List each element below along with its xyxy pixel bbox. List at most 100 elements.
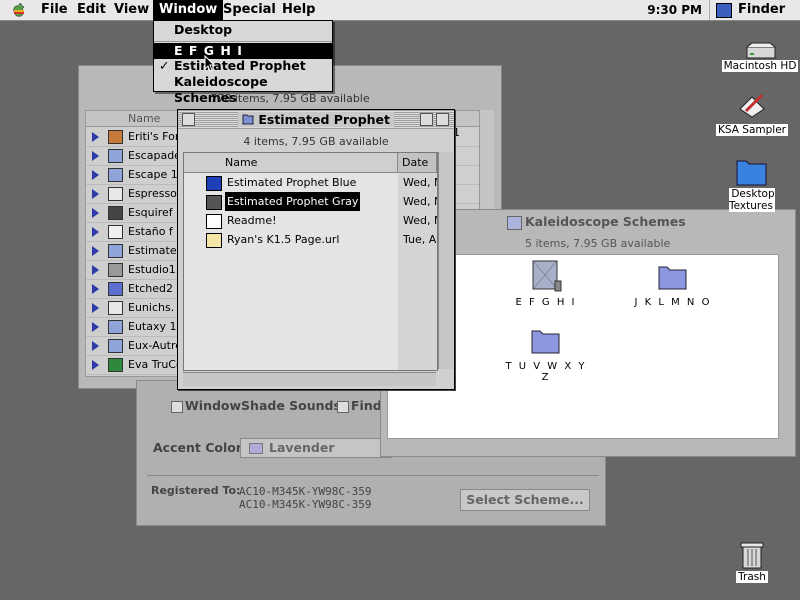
list-item[interactable]: Ryan's K1.5 Page.url Tue, A xyxy=(184,230,437,249)
hard-disk-icon xyxy=(746,42,776,59)
windowshade-checkbox[interactable] xyxy=(171,401,183,413)
trash-can[interactable]: Trash xyxy=(730,540,774,586)
menu-special[interactable]: Special xyxy=(217,0,282,20)
folder-icon xyxy=(108,263,123,277)
list-item-label: Estimated Prophet Gray xyxy=(225,192,361,211)
list-item-label: Ryan's K1.5 Page.url xyxy=(227,233,340,246)
disclosure-triangle-icon[interactable] xyxy=(92,227,99,237)
menu-clock[interactable]: 9:30 PM xyxy=(647,0,702,20)
find-checkbox[interactable] xyxy=(337,401,349,413)
menu-item-efghi[interactable]: E F G H I xyxy=(154,43,332,59)
disclosure-triangle-icon[interactable] xyxy=(92,360,99,370)
title-bar[interactable]: Estimated Prophet xyxy=(178,110,454,129)
apple-menu-icon[interactable] xyxy=(10,2,28,18)
collapse-box-icon[interactable] xyxy=(436,113,449,126)
list-item-label: Eunichs. xyxy=(128,301,175,314)
disclosure-triangle-icon[interactable] xyxy=(92,246,99,256)
folder-icon xyxy=(108,206,123,220)
list-item-date: Tue, A xyxy=(403,233,437,246)
list-item-label: Estimated Prophet Blue xyxy=(227,176,357,189)
disclosure-triangle-icon[interactable] xyxy=(92,208,99,218)
disclosure-triangle-icon[interactable] xyxy=(92,189,99,199)
disclosure-triangle-icon[interactable] xyxy=(92,265,99,275)
application-icon xyxy=(739,93,765,118)
finder-icon xyxy=(716,3,732,18)
checkmark-icon: ✓ xyxy=(159,58,170,73)
list-item[interactable]: Estimated Prophet Blue Wed, N xyxy=(184,173,437,192)
menu-edit[interactable]: Edit xyxy=(71,0,112,20)
column-header-name[interactable]: Name xyxy=(184,153,398,173)
application-menu[interactable]: Finder xyxy=(709,0,800,20)
theme-file-icon xyxy=(108,301,123,315)
column-header-date[interactable]: Date M xyxy=(398,153,437,188)
accent-color-popup[interactable]: Lavender xyxy=(240,438,392,458)
folder-icon xyxy=(531,330,560,354)
folder-icon xyxy=(736,160,767,186)
list-item-date: Wed, N xyxy=(403,214,437,227)
window-title: Estimated Prophet xyxy=(178,110,454,129)
zoom-box-icon[interactable] xyxy=(420,113,433,126)
disclosure-triangle-icon[interactable] xyxy=(92,132,99,142)
folder-icon xyxy=(507,216,522,230)
menu-view[interactable]: View xyxy=(108,0,155,20)
menu-help[interactable]: Help xyxy=(276,0,321,20)
color-swatch-icon xyxy=(249,443,263,454)
horizontal-scrollbar[interactable] xyxy=(183,372,436,386)
accent-color-label: Accent Color: xyxy=(153,440,247,455)
folder-icon xyxy=(108,130,123,144)
folder-icon xyxy=(108,282,123,296)
menu-window[interactable]: Window xyxy=(153,0,224,20)
menu-separator xyxy=(154,41,332,42)
icon-label: KSA Sampler xyxy=(716,124,788,136)
disclosure-triangle-icon[interactable] xyxy=(92,322,99,332)
vertical-scrollbar[interactable] xyxy=(438,152,453,369)
theme-file-icon xyxy=(108,358,123,372)
trash-icon xyxy=(740,542,764,569)
icon-label: J K L M N O xyxy=(634,297,712,308)
list-item[interactable]: Estimated Prophet Gray Wed, N xyxy=(184,192,437,211)
folder-icon xyxy=(242,114,254,125)
theme-file-gray-icon xyxy=(206,195,222,210)
list-item-label: Etched2 xyxy=(128,282,174,295)
menu-item-kaleidoscope-schemes[interactable]: Kaleidoscope Schemes xyxy=(154,74,332,105)
list-item-date: Wed, N xyxy=(403,195,437,208)
disclosure-triangle-icon[interactable] xyxy=(92,341,99,351)
list-item-label: Eriti's For xyxy=(128,130,180,143)
column-header-label: Name xyxy=(225,156,258,169)
menu-bar: File Edit View Window Special Help 9:30 … xyxy=(0,0,800,21)
estimated-prophet-window[interactable]: Estimated Prophet 4 items, 7.95 GB avail… xyxy=(177,109,455,390)
disclosure-triangle-icon[interactable] xyxy=(92,303,99,313)
menu-item-estimated-prophet[interactable]: ✓ Estimated Prophet xyxy=(154,58,332,74)
window-info: 5 items, 7.95 GB available xyxy=(525,237,671,250)
icon-label: E F G H I xyxy=(515,297,577,308)
list-item-label: Escapade xyxy=(128,149,181,162)
list-item-label: Estaño f xyxy=(128,225,173,238)
windowshade-label: WindowShade Sounds xyxy=(185,398,341,413)
disclosure-triangle-icon[interactable] xyxy=(92,151,99,161)
list-item[interactable]: Readme! Wed, N xyxy=(184,211,437,230)
folder-icon xyxy=(108,339,123,353)
macintosh-hd-volume[interactable]: Macintosh HD xyxy=(721,40,799,74)
disclosure-triangle-icon[interactable] xyxy=(92,170,99,180)
icon-label: Trash xyxy=(736,571,768,583)
menu-file[interactable]: File xyxy=(35,0,74,20)
theme-file-icon xyxy=(108,187,123,201)
list-item-label: Eux-Autre xyxy=(128,339,183,352)
ksa-sampler-icon[interactable]: KSA Sampler xyxy=(716,90,788,136)
mouse-pointer-icon xyxy=(204,55,215,72)
registration-code: AC10-M345K-YW98C-359 xyxy=(239,498,372,511)
menu-item-desktop[interactable]: Desktop xyxy=(154,22,332,38)
icon-label: Macintosh HD xyxy=(721,60,799,72)
list-item-date: Wed, N xyxy=(403,176,437,189)
icon-label: T U V W X Y Z xyxy=(505,361,587,383)
menu-item-label: Estimated Prophet xyxy=(174,58,306,73)
desktop-textures-folder[interactable]: Desktop Textures xyxy=(729,155,775,212)
select-scheme-button[interactable]: Select Scheme... xyxy=(460,489,590,511)
registered-label: Registered To: xyxy=(151,484,241,497)
url-file-icon xyxy=(206,233,222,248)
icon-label: Desktop Textures xyxy=(729,188,775,212)
application-menu-label: Finder xyxy=(738,2,786,17)
file-list[interactable]: Name Date M Estimated Prophet Blue Wed, … xyxy=(183,152,438,371)
disclosure-triangle-icon[interactable] xyxy=(92,284,99,294)
column-header-name[interactable]: Name xyxy=(128,112,160,125)
